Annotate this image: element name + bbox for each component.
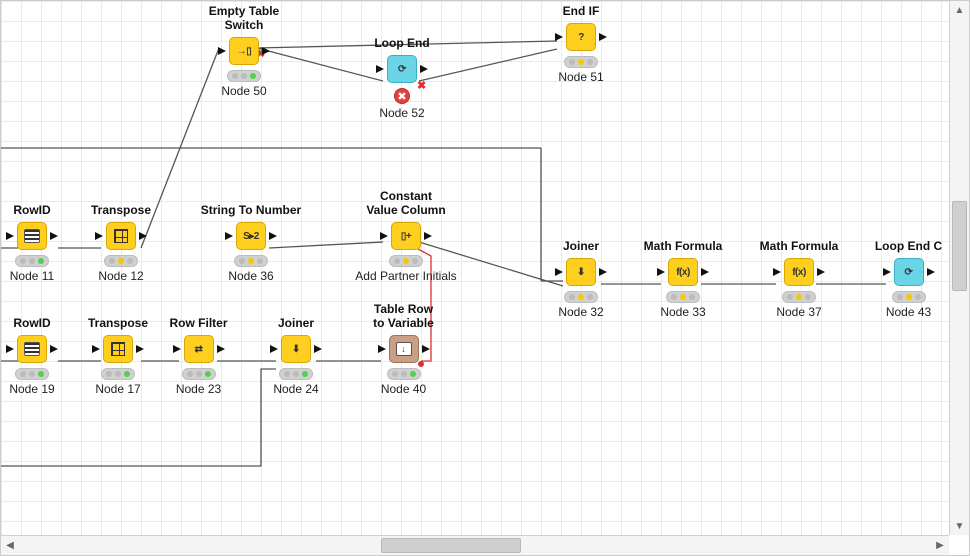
horizontal-scroll-thumb[interactable] [381,538,521,553]
scroll-up-button[interactable]: ▲ [951,1,969,19]
rowid-icon [17,222,47,250]
status-indicator [227,70,261,82]
row-filter-icon: ⇄ [184,335,214,363]
node-label: Node 33 [660,305,705,319]
node-title: Joiner [278,316,314,330]
workflow-editor-viewport: ✖ ✖ Empty Table Switch →▯ Node 50 Loop E… [0,0,970,556]
status-indicator [666,291,700,303]
scroll-left-button[interactable]: ◀ [1,537,19,555]
node-title: RowID [13,203,50,217]
status-indicator [15,368,49,380]
node-label: Node 52 [379,106,424,120]
node-rowid-11[interactable]: RowID Node 11 [0,203,71,283]
scroll-down-button[interactable]: ▼ [951,517,969,535]
switch-icon: →▯ [229,37,259,65]
node-label: Node 11 [10,269,54,283]
node-title: Constant Value Column [366,189,445,217]
node-title: Transpose [88,316,148,330]
status-indicator [782,291,816,303]
transpose-icon [103,335,133,363]
node-constant-value-column[interactable]: Constant Value Column ▯+ Add Partner Ini… [351,189,461,283]
status-indicator [892,291,926,303]
node-title: Table Row to Variable [373,302,434,330]
node-math-formula-33[interactable]: Math Formula f(x) Node 33 [633,239,733,319]
node-loop-end-43[interactable]: Loop End C ⟳ Node 43 [861,239,956,319]
node-transpose-17[interactable]: Transpose Node 17 [73,316,163,396]
node-math-formula-37[interactable]: Math Formula f(x) Node 37 [749,239,849,319]
node-end-if[interactable]: End IF ? Node 51 [536,4,626,84]
error-badge: ✖ [394,88,410,104]
node-label: Node 43 [886,305,931,319]
status-indicator [387,368,421,380]
status-indicator [564,56,598,68]
node-label: Node 23 [176,382,221,396]
node-title: Loop End [374,36,429,50]
vertical-scroll-thumb[interactable] [952,201,967,291]
node-title: Math Formula [760,239,839,253]
node-rowid-19[interactable]: RowID Node 19 [0,316,71,396]
node-label: Node 37 [776,305,821,319]
status-indicator [104,255,138,267]
joiner-icon: ⬇ [566,258,596,286]
transpose-icon [106,222,136,250]
loop-end-icon: ⟳ [894,258,924,286]
node-transpose-12[interactable]: Transpose Node 12 [76,203,166,283]
workflow-canvas[interactable]: ✖ ✖ Empty Table Switch →▯ Node 50 Loop E… [1,1,949,535]
node-label: Node 19 [9,382,54,396]
node-joiner-32[interactable]: Joiner ⬇ Node 32 [541,239,621,319]
node-row-filter[interactable]: Row Filter ⇄ Node 23 [156,316,241,396]
table-to-variable-icon: ↓ [389,335,419,363]
loop-end-icon: ⟳ [387,55,417,83]
node-title: Loop End C [875,239,942,253]
status-indicator [101,368,135,380]
status-indicator [389,255,423,267]
node-title: String To Number [201,203,301,217]
node-string-to-number[interactable]: String To Number S▸2 Node 36 [196,203,306,283]
string-to-number-icon: S▸2 [236,222,266,250]
node-title: RowID [13,316,50,330]
vertical-scrollbar[interactable]: ▲ ▼ [949,1,969,535]
node-title: Transpose [91,203,151,217]
node-label: Node 50 [221,84,266,98]
status-indicator [15,255,49,267]
node-label: Node 32 [558,305,603,319]
rowid-icon [17,335,47,363]
node-label: Add Partner Initials [355,269,456,283]
node-title: End IF [563,4,600,18]
end-if-icon: ? [566,23,596,51]
node-title: Math Formula [644,239,723,253]
node-title: Row Filter [169,316,227,330]
status-indicator [564,291,598,303]
scroll-right-button[interactable]: ▶ [931,537,949,555]
status-indicator [234,255,268,267]
node-label: Node 17 [95,382,140,396]
node-label: Node 36 [228,269,273,283]
constant-value-column-icon: ▯+ [391,222,421,250]
node-label: Node 12 [98,269,143,283]
node-loop-end-52[interactable]: Loop End ⟳ ✖ Node 52 [357,36,447,120]
node-label: Node 40 [381,382,426,396]
node-table-row-to-variable[interactable]: Table Row to Variable ↓ Node 40 [356,302,451,396]
node-label: Node 51 [558,70,603,84]
node-title: Empty Table Switch [194,4,294,32]
math-formula-icon: f(x) [668,258,698,286]
node-label: Node 24 [273,382,318,396]
joiner-icon: ⬇ [281,335,311,363]
horizontal-scrollbar[interactable]: ◀ ▶ [1,535,949,555]
status-indicator [279,368,313,380]
status-indicator [182,368,216,380]
node-empty-table-switch[interactable]: Empty Table Switch →▯ Node 50 [194,4,294,98]
math-formula-icon: f(x) [784,258,814,286]
node-title: Joiner [563,239,599,253]
node-joiner-24[interactable]: Joiner ⬇ Node 24 [256,316,336,396]
